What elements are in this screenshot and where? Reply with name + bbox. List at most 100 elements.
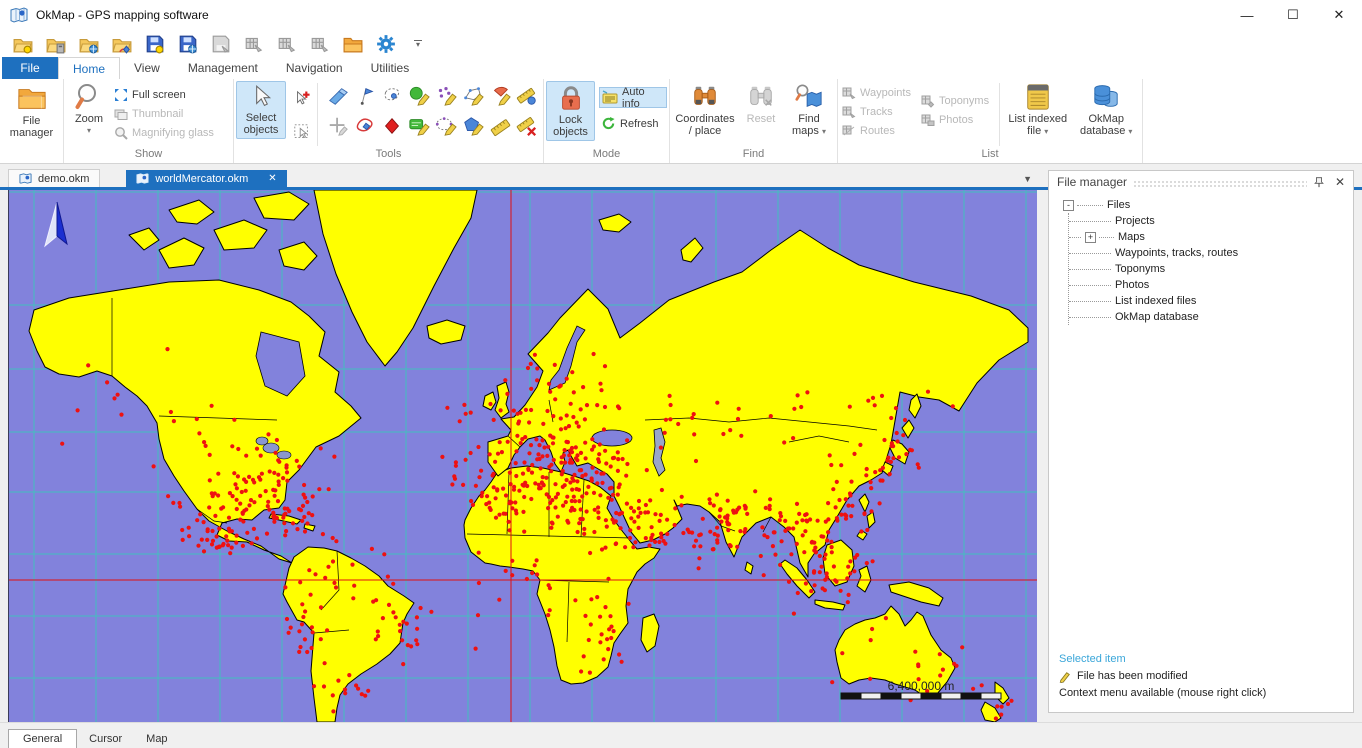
open-project-icon[interactable] — [12, 33, 34, 55]
map-file-icon — [136, 172, 149, 185]
draw-area-tool-icon[interactable] — [406, 83, 431, 110]
tree-item-toponyms[interactable]: Toponyms — [1069, 261, 1353, 277]
insert-multi-waypoints-tool-icon[interactable] — [433, 83, 458, 110]
auto-info-button[interactable]: Auto info — [599, 87, 667, 108]
coordinates-place-button[interactable]: Coordinates / place — [672, 81, 738, 139]
list-indexed-file-button[interactable]: List indexed file ▾ — [1003, 81, 1072, 140]
draw-sector-tool-icon[interactable] — [487, 83, 512, 110]
close-button[interactable]: ✕ — [1316, 0, 1362, 30]
lock-objects-button[interactable]: Lock objects — [546, 81, 595, 141]
center-cursor-tool-icon — [325, 113, 350, 140]
maximize-button[interactable]: ☐ — [1270, 0, 1316, 30]
tree-item-photos[interactable]: Photos — [1069, 277, 1353, 293]
doc-tab-demo[interactable]: demo.okm — [8, 169, 100, 187]
select-cursor-icon — [248, 84, 274, 110]
tab-view[interactable]: View — [120, 57, 174, 79]
file-tree: - Files Projects + Maps Waypoints, track… — [1049, 193, 1353, 325]
toponyms-table-icon — [921, 94, 935, 108]
tree-item-list-indexed-files[interactable]: List indexed files — [1069, 293, 1353, 309]
settings-gear-icon[interactable] — [375, 33, 397, 55]
panel-title: File manager — [1057, 175, 1127, 189]
okmap-database-button[interactable]: OkMap database ▾ — [1072, 81, 1140, 140]
group-caption — [2, 148, 61, 163]
tab-navigation[interactable]: Navigation — [272, 57, 357, 79]
tools-grid — [324, 81, 540, 141]
file-manager-button[interactable]: File manager — [2, 81, 61, 141]
open-track-icon[interactable] — [111, 33, 133, 55]
group-caption: Find — [672, 148, 835, 163]
map-document: 6,400,000 m — [8, 190, 1037, 723]
file-manager-panel: File manager ✕ - Files Projects + Maps W… — [1048, 170, 1354, 713]
expand-icon[interactable]: + — [1085, 232, 1096, 243]
qat-overflow-icon[interactable]: ▾ — [414, 40, 422, 47]
tab-file[interactable]: File — [2, 57, 58, 79]
list-disabled-icon-1 — [243, 33, 265, 55]
ribbon-group-find: Coordinates / place Reset Find maps ▾ Fi… — [670, 79, 838, 163]
folder-icon[interactable] — [342, 33, 364, 55]
minimize-button[interactable]: — — [1224, 0, 1270, 30]
zoom-button[interactable]: Zoom ▾ — [66, 81, 112, 139]
tab-list-dropdown-icon[interactable]: ▼ — [1023, 174, 1032, 184]
status-tab-cursor[interactable]: Cursor — [77, 730, 134, 748]
routes-table-icon — [842, 124, 856, 138]
tree-item-projects[interactable]: Projects — [1069, 213, 1353, 229]
draw-polygon-tool-icon[interactable] — [460, 113, 485, 140]
open-device-icon[interactable] — [45, 33, 67, 55]
draw-polyline-tool-icon[interactable] — [460, 83, 485, 110]
database-icon — [1092, 83, 1120, 111]
save-web-icon[interactable] — [177, 33, 199, 55]
add-to-selection-cursor-icon[interactable] — [289, 85, 314, 112]
tab-management[interactable]: Management — [174, 57, 272, 79]
delete-measure-tool-icon[interactable] — [514, 113, 539, 140]
lasso-track-tool-icon[interactable] — [352, 113, 377, 140]
pin-icon[interactable] — [1313, 176, 1327, 188]
tab-home[interactable]: Home — [58, 57, 120, 79]
find-maps-icon — [795, 83, 823, 111]
measure-area-tool-icon[interactable] — [514, 83, 539, 110]
draw-ellipse-tool-icon[interactable] — [433, 113, 458, 140]
scale-label: 6,400,000 m — [888, 679, 955, 693]
auto-info-icon — [602, 90, 618, 106]
collapse-icon[interactable]: - — [1063, 200, 1074, 211]
photos-table-icon — [921, 113, 935, 127]
doc-tab-worldmercator[interactable]: worldMercator.okm ✕ — [126, 170, 286, 187]
tab-utilities[interactable]: Utilities — [357, 57, 424, 79]
lasso-waypoints-tool-icon[interactable] — [379, 83, 404, 110]
ribbon-group-mode: Lock objects Auto info Refresh Mode — [544, 79, 670, 163]
status-tab-map[interactable]: Map — [134, 730, 179, 748]
draw-label-tool-icon[interactable] — [406, 113, 431, 140]
full-screen-button[interactable]: Full screen — [112, 85, 216, 104]
select-objects-button[interactable]: Select objects — [236, 81, 286, 139]
map-file-icon — [19, 172, 32, 185]
rectangle-select-cursor-icon[interactable] — [289, 118, 314, 145]
status-tab-general[interactable]: General — [8, 729, 77, 748]
refresh-button[interactable]: Refresh — [599, 114, 667, 133]
ribbon-group-list: Waypoints Tracks Routes Toponyms — [838, 79, 1143, 163]
save-waypoint-icon[interactable] — [144, 33, 166, 55]
full-screen-icon — [114, 88, 128, 102]
insert-waypoint-tool-icon[interactable] — [352, 83, 377, 110]
draw-object-tool-icon[interactable] — [325, 83, 350, 110]
find-maps-button[interactable]: Find maps ▾ — [784, 81, 834, 140]
insert-vertex-tool-icon[interactable] — [379, 113, 404, 140]
lock-icon — [557, 84, 585, 112]
tracks-table-icon — [842, 105, 856, 119]
group-caption: Mode — [546, 148, 667, 163]
panel-close-icon[interactable]: ✕ — [1333, 175, 1347, 189]
measure-distance-tool-icon[interactable] — [487, 113, 512, 140]
chevron-down-icon: ▾ — [1044, 127, 1048, 136]
tracks-list-button: Tracks — [840, 102, 913, 121]
waypoints-list-button: Waypoints — [840, 83, 913, 102]
tree-item-files[interactable]: - Files — [1063, 197, 1353, 213]
refresh-icon — [601, 116, 616, 131]
open-web-map-icon[interactable] — [78, 33, 100, 55]
map-canvas[interactable]: 6,400,000 m — [9, 190, 1037, 722]
selected-item-label[interactable]: Selected item — [1059, 651, 1343, 668]
ribbon-tab-row: File Home View Management Navigation Uti… — [0, 57, 1362, 79]
tree-item-okmap-database[interactable]: OkMap database — [1069, 309, 1353, 325]
tree-item-waypoints-tracks-routes[interactable]: Waypoints, tracks, routes — [1069, 245, 1353, 261]
close-tab-icon[interactable]: ✕ — [268, 173, 276, 184]
context-hint: Context menu available (mouse right clic… — [1059, 685, 1343, 702]
tree-item-maps[interactable]: + Maps — [1069, 229, 1353, 245]
modified-status: File has been modified — [1077, 668, 1188, 685]
